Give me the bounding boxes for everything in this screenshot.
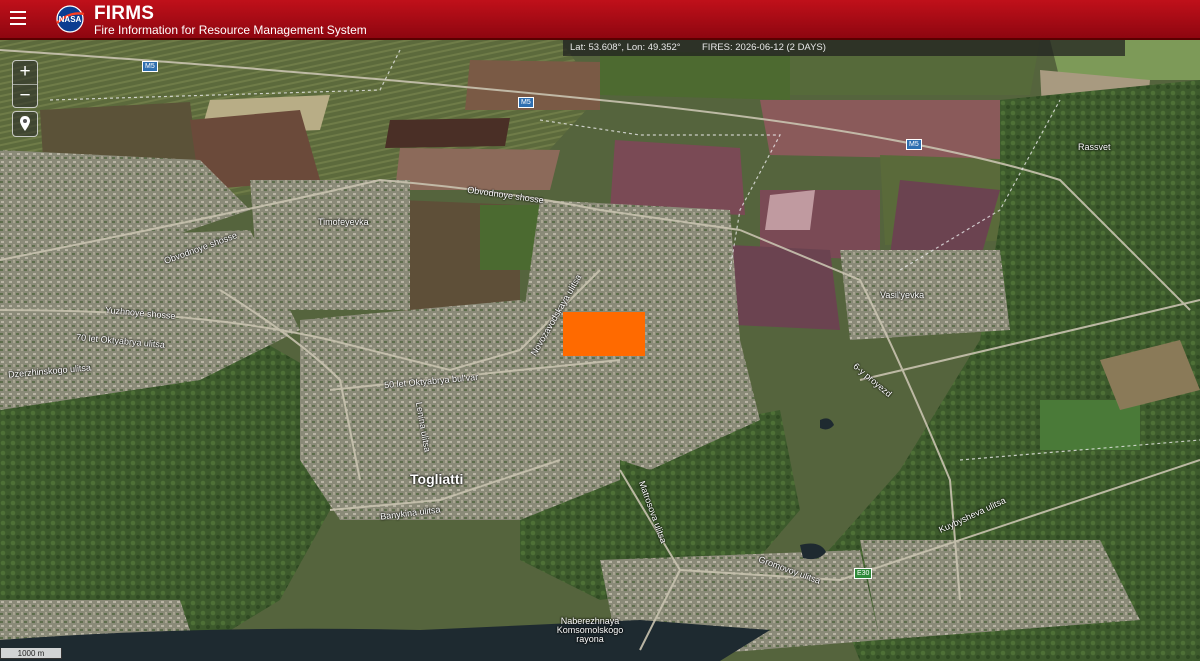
map-label: Vasil'yevka: [880, 290, 925, 300]
highway-shield: M5: [518, 97, 534, 108]
highway-shield: M5: [906, 139, 922, 150]
firms-app: NASA FIRMS Fire Information for Resource…: [0, 0, 1200, 661]
zoom-in-button[interactable]: +: [13, 61, 37, 84]
highway-shield: E30: [854, 568, 873, 579]
zoom-control: + −: [12, 60, 38, 108]
menu-icon[interactable]: [10, 11, 26, 25]
status-bar: Lat: 53.608°, Lon: 49.352° FIRES: 2026-0…: [563, 40, 1125, 56]
nasa-logo: NASA: [56, 5, 85, 33]
map-label: Naberezhnaya Komsomolskogo rayona: [556, 616, 624, 644]
fires-date-range[interactable]: FIRES: 2026-06-12 (2 DAYS): [702, 40, 826, 56]
app-header: NASA FIRMS Fire Information for Resource…: [0, 0, 1200, 40]
map-label-city: Togliatti: [410, 471, 464, 487]
map-label: Rassvet: [1078, 142, 1111, 152]
zoom-out-button[interactable]: −: [13, 85, 37, 108]
scale-bar: 1000 m: [0, 648, 62, 659]
fire-detection-area[interactable]: [563, 312, 645, 356]
location-pin-icon: [20, 116, 30, 131]
app-subtitle: Fire Information for Resource Management…: [94, 23, 367, 37]
cursor-coordinates: Lat: 53.608°, Lon: 49.352°: [570, 42, 681, 53]
locate-button[interactable]: [12, 111, 38, 137]
svg-text:NASA: NASA: [59, 15, 82, 24]
map-label: Timofeyevka: [318, 217, 369, 227]
highway-shield: M5: [142, 61, 158, 72]
app-title: FIRMS: [94, 3, 155, 24]
